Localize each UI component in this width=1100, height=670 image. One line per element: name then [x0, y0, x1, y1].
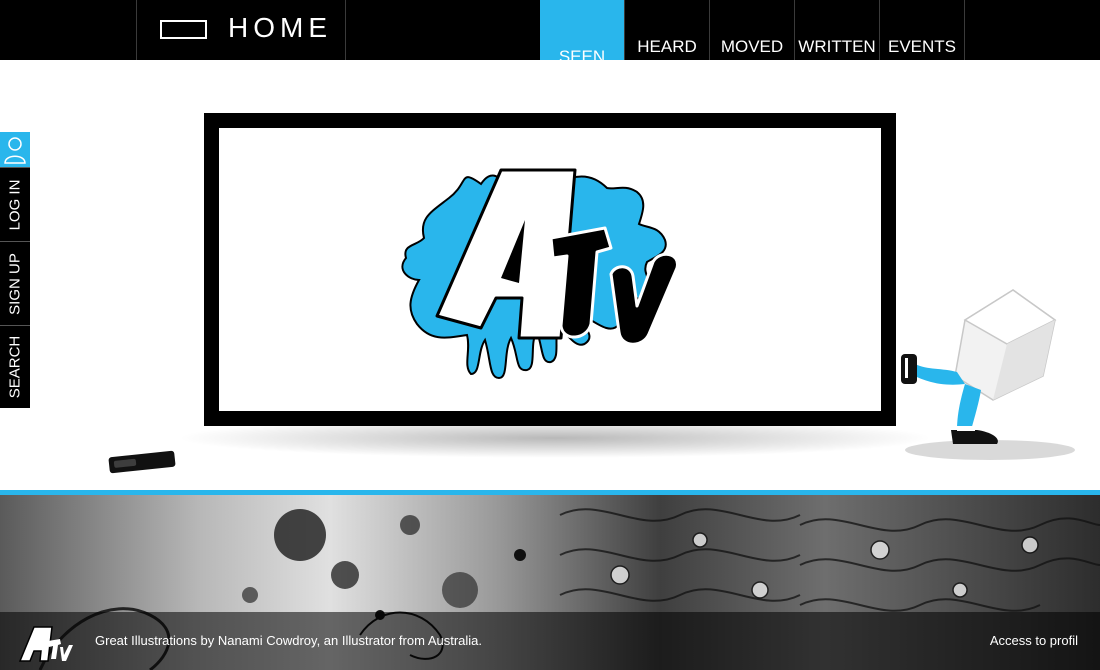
top-navigation-bar: HOME SEEN HEARD MOVED WRITTEN EVENTS: [0, 0, 1100, 69]
nav-tab-moved[interactable]: MOVED: [710, 0, 794, 60]
home-link[interactable]: HOME: [137, 0, 345, 60]
nav-divider: [345, 0, 346, 60]
nav-tab-heard[interactable]: HEARD: [625, 0, 709, 60]
nav-divider: [964, 0, 965, 60]
search-button[interactable]: SEARCH: [0, 325, 30, 408]
login-label: LOG IN: [6, 179, 24, 230]
signup-label: SIGN UP: [6, 252, 24, 315]
illustration-caption: Great Illustrations by Nanami Cowdroy, a…: [95, 633, 483, 648]
user-icon[interactable]: [0, 132, 30, 167]
nav-tab-events[interactable]: EVENTS: [880, 0, 964, 60]
atv-mini-logo-icon: [18, 626, 73, 662]
tv-screen: [204, 113, 896, 426]
home-icon: [160, 20, 207, 39]
signup-button[interactable]: SIGN UP: [0, 241, 30, 325]
profile-link[interactable]: Access to profil: [990, 633, 1078, 648]
nav-tab-written[interactable]: WRITTEN: [795, 0, 879, 60]
footer-illustration: Great Illustrations by Nanami Cowdroy, a…: [0, 495, 1100, 670]
atv-logo-icon: [401, 168, 679, 380]
login-button[interactable]: LOG IN: [0, 167, 30, 241]
remote-button: [113, 458, 137, 468]
side-navigation: LOG IN SIGN UP SEARCH: [0, 132, 30, 408]
search-label: SEARCH: [6, 335, 24, 399]
tv-screen-inner: [219, 128, 881, 411]
walking-box-character-icon: [901, 289, 1075, 460]
nav-tab-seen[interactable]: SEEN: [540, 0, 624, 69]
home-label: HOME: [228, 12, 332, 43]
